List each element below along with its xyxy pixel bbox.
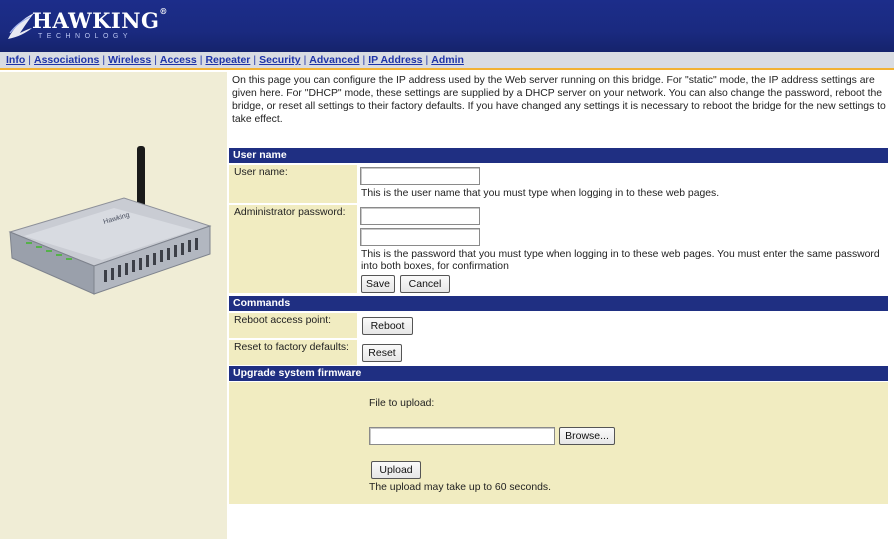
- brand-sub: TECHNOLOGY: [38, 33, 133, 40]
- user-name-help: This is the user name that you must type…: [361, 188, 720, 199]
- nav-repeater[interactable]: Repeater: [205, 54, 250, 66]
- intro-text: On this page you can configure the IP ad…: [232, 75, 886, 125]
- user-name-row: This is the user name that you must type…: [359, 165, 888, 203]
- reboot-row: Reboot: [359, 313, 888, 338]
- nav-associations[interactable]: Associations: [34, 54, 99, 66]
- password-help: This is the password that you must type …: [361, 249, 880, 272]
- reboot-button[interactable]: Reboot: [362, 317, 413, 335]
- section-commands: Commands: [229, 296, 888, 311]
- admin-password-label: Administrator password:: [229, 205, 357, 293]
- section-user-name: User name: [229, 148, 888, 163]
- section-upgrade-firmware: Upgrade system firmware: [229, 366, 888, 381]
- user-name-input[interactable]: [360, 167, 480, 185]
- file-to-upload-label: File to upload:: [369, 398, 435, 409]
- admin-password-row: This is the password that you must type …: [359, 205, 888, 293]
- nav-info[interactable]: Info: [6, 54, 25, 66]
- nav-security[interactable]: Security: [259, 54, 300, 66]
- reset-label: Reset to factory defaults:: [229, 340, 357, 365]
- cancel-button[interactable]: Cancel: [400, 275, 450, 293]
- reboot-label: Reboot access point:: [229, 313, 357, 338]
- save-button[interactable]: Save: [361, 275, 395, 293]
- nav-advanced[interactable]: Advanced: [309, 54, 359, 66]
- password-input[interactable]: [360, 207, 480, 225]
- header-banner: HAWKING® TECHNOLOGY: [0, 0, 894, 52]
- firmware-file-input[interactable]: [369, 427, 555, 445]
- nav-access[interactable]: Access: [160, 54, 197, 66]
- main-content: On this page you can configure the IP ad…: [232, 74, 888, 144]
- password-confirm-input[interactable]: [360, 228, 480, 246]
- nav-ip-address[interactable]: IP Address: [368, 54, 422, 66]
- upload-note: The upload may take up to 60 seconds.: [369, 482, 551, 493]
- reset-row: Reset: [359, 340, 888, 365]
- upload-button[interactable]: Upload: [371, 461, 421, 479]
- product-panel: Hawking: [0, 72, 227, 539]
- brand-name: HAWKING®: [32, 6, 168, 33]
- top-navigation: Info | Associations | Wireless | Access | Re…: [0, 52, 894, 70]
- hawking-logo: HAWKING® TECHNOLOGY: [6, 6, 167, 46]
- user-name-label: User name:: [229, 165, 357, 203]
- reset-button[interactable]: Reset: [362, 344, 402, 362]
- router-image: Hawking: [8, 146, 212, 295]
- firmware-panel: File to upload: Browse... Upload The upl…: [229, 382, 888, 504]
- browse-button[interactable]: Browse...: [559, 427, 615, 445]
- nav-admin[interactable]: Admin: [431, 54, 464, 66]
- nav-wireless[interactable]: Wireless: [108, 54, 151, 66]
